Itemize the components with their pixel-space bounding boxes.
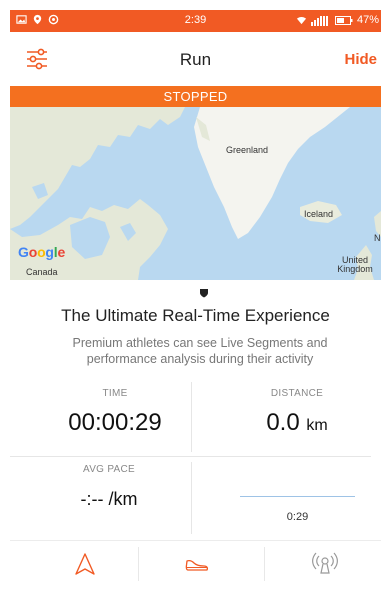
shield-icon (200, 289, 208, 298)
shoe-icon[interactable] (182, 549, 212, 579)
tab-separator-1 (138, 547, 139, 581)
status-right-icons: 47% (296, 14, 379, 26)
avg-pace-stat: AVG PACE -:-- /km (34, 464, 184, 510)
distance-stat: DISTANCE 0.0 km (222, 388, 372, 437)
distance-number: 0.0 (266, 409, 300, 436)
image-icon (16, 15, 27, 24)
pace-chart-line (240, 496, 355, 497)
map-view[interactable]: Greenland Iceland Canada United Kingdom … (10, 107, 381, 280)
map-label-edge: N (374, 233, 381, 243)
status-time: 2:39 (184, 14, 207, 26)
pace-mini-chart: 0:29 (240, 496, 355, 523)
status-left-icons (16, 14, 59, 25)
distance-label: DISTANCE (270, 388, 324, 399)
map-label-greenland: Greenland (226, 145, 269, 155)
stats-divider-vertical-top (191, 382, 192, 452)
distance-unit: km (306, 417, 328, 434)
bottom-tab-bar (10, 540, 381, 591)
beacon-icon[interactable] (310, 549, 340, 579)
premium-promo-description: Premium athletes can see Live Segments a… (72, 336, 328, 366)
app-header: Run Hide (10, 32, 381, 86)
map-label-canada: Canada (26, 267, 58, 277)
time-label: TIME (102, 388, 128, 399)
battery-icon (334, 15, 353, 25)
page-title: Run (179, 50, 212, 69)
time-value: 00:00:29 (68, 409, 162, 436)
stats-divider-vertical-bottom (191, 462, 192, 534)
distance-value: 0.0 km (222, 409, 372, 437)
status-bar: 2:39 47% (10, 10, 381, 32)
hide-button[interactable]: Hide (344, 51, 377, 68)
wifi-icon (296, 16, 307, 24)
map-label-iceland: Iceland (304, 209, 334, 219)
premium-promo-title: The Ultimate Real-Time Experience (61, 306, 330, 325)
location-icon (33, 14, 42, 25)
pace-chart-time: 0:29 (286, 511, 309, 523)
battery-percent: 47% (356, 14, 379, 26)
google-logo: Google (18, 244, 66, 260)
map-terrain (10, 107, 381, 280)
map-label-united-kingdom: United Kingdom (337, 255, 373, 274)
avg-pace-label: AVG PACE (82, 464, 136, 475)
signal-icon (310, 15, 328, 26)
time-stat: TIME 00:00:29 (40, 388, 190, 437)
avg-pace-value: -:-- /km (80, 489, 138, 509)
recording-state-banner: STOPPED (10, 86, 381, 107)
tab-separator-2 (264, 547, 265, 581)
navigation-icon[interactable] (70, 549, 100, 579)
app-notification-icon (48, 14, 59, 25)
stats-divider-horizontal (10, 456, 371, 457)
